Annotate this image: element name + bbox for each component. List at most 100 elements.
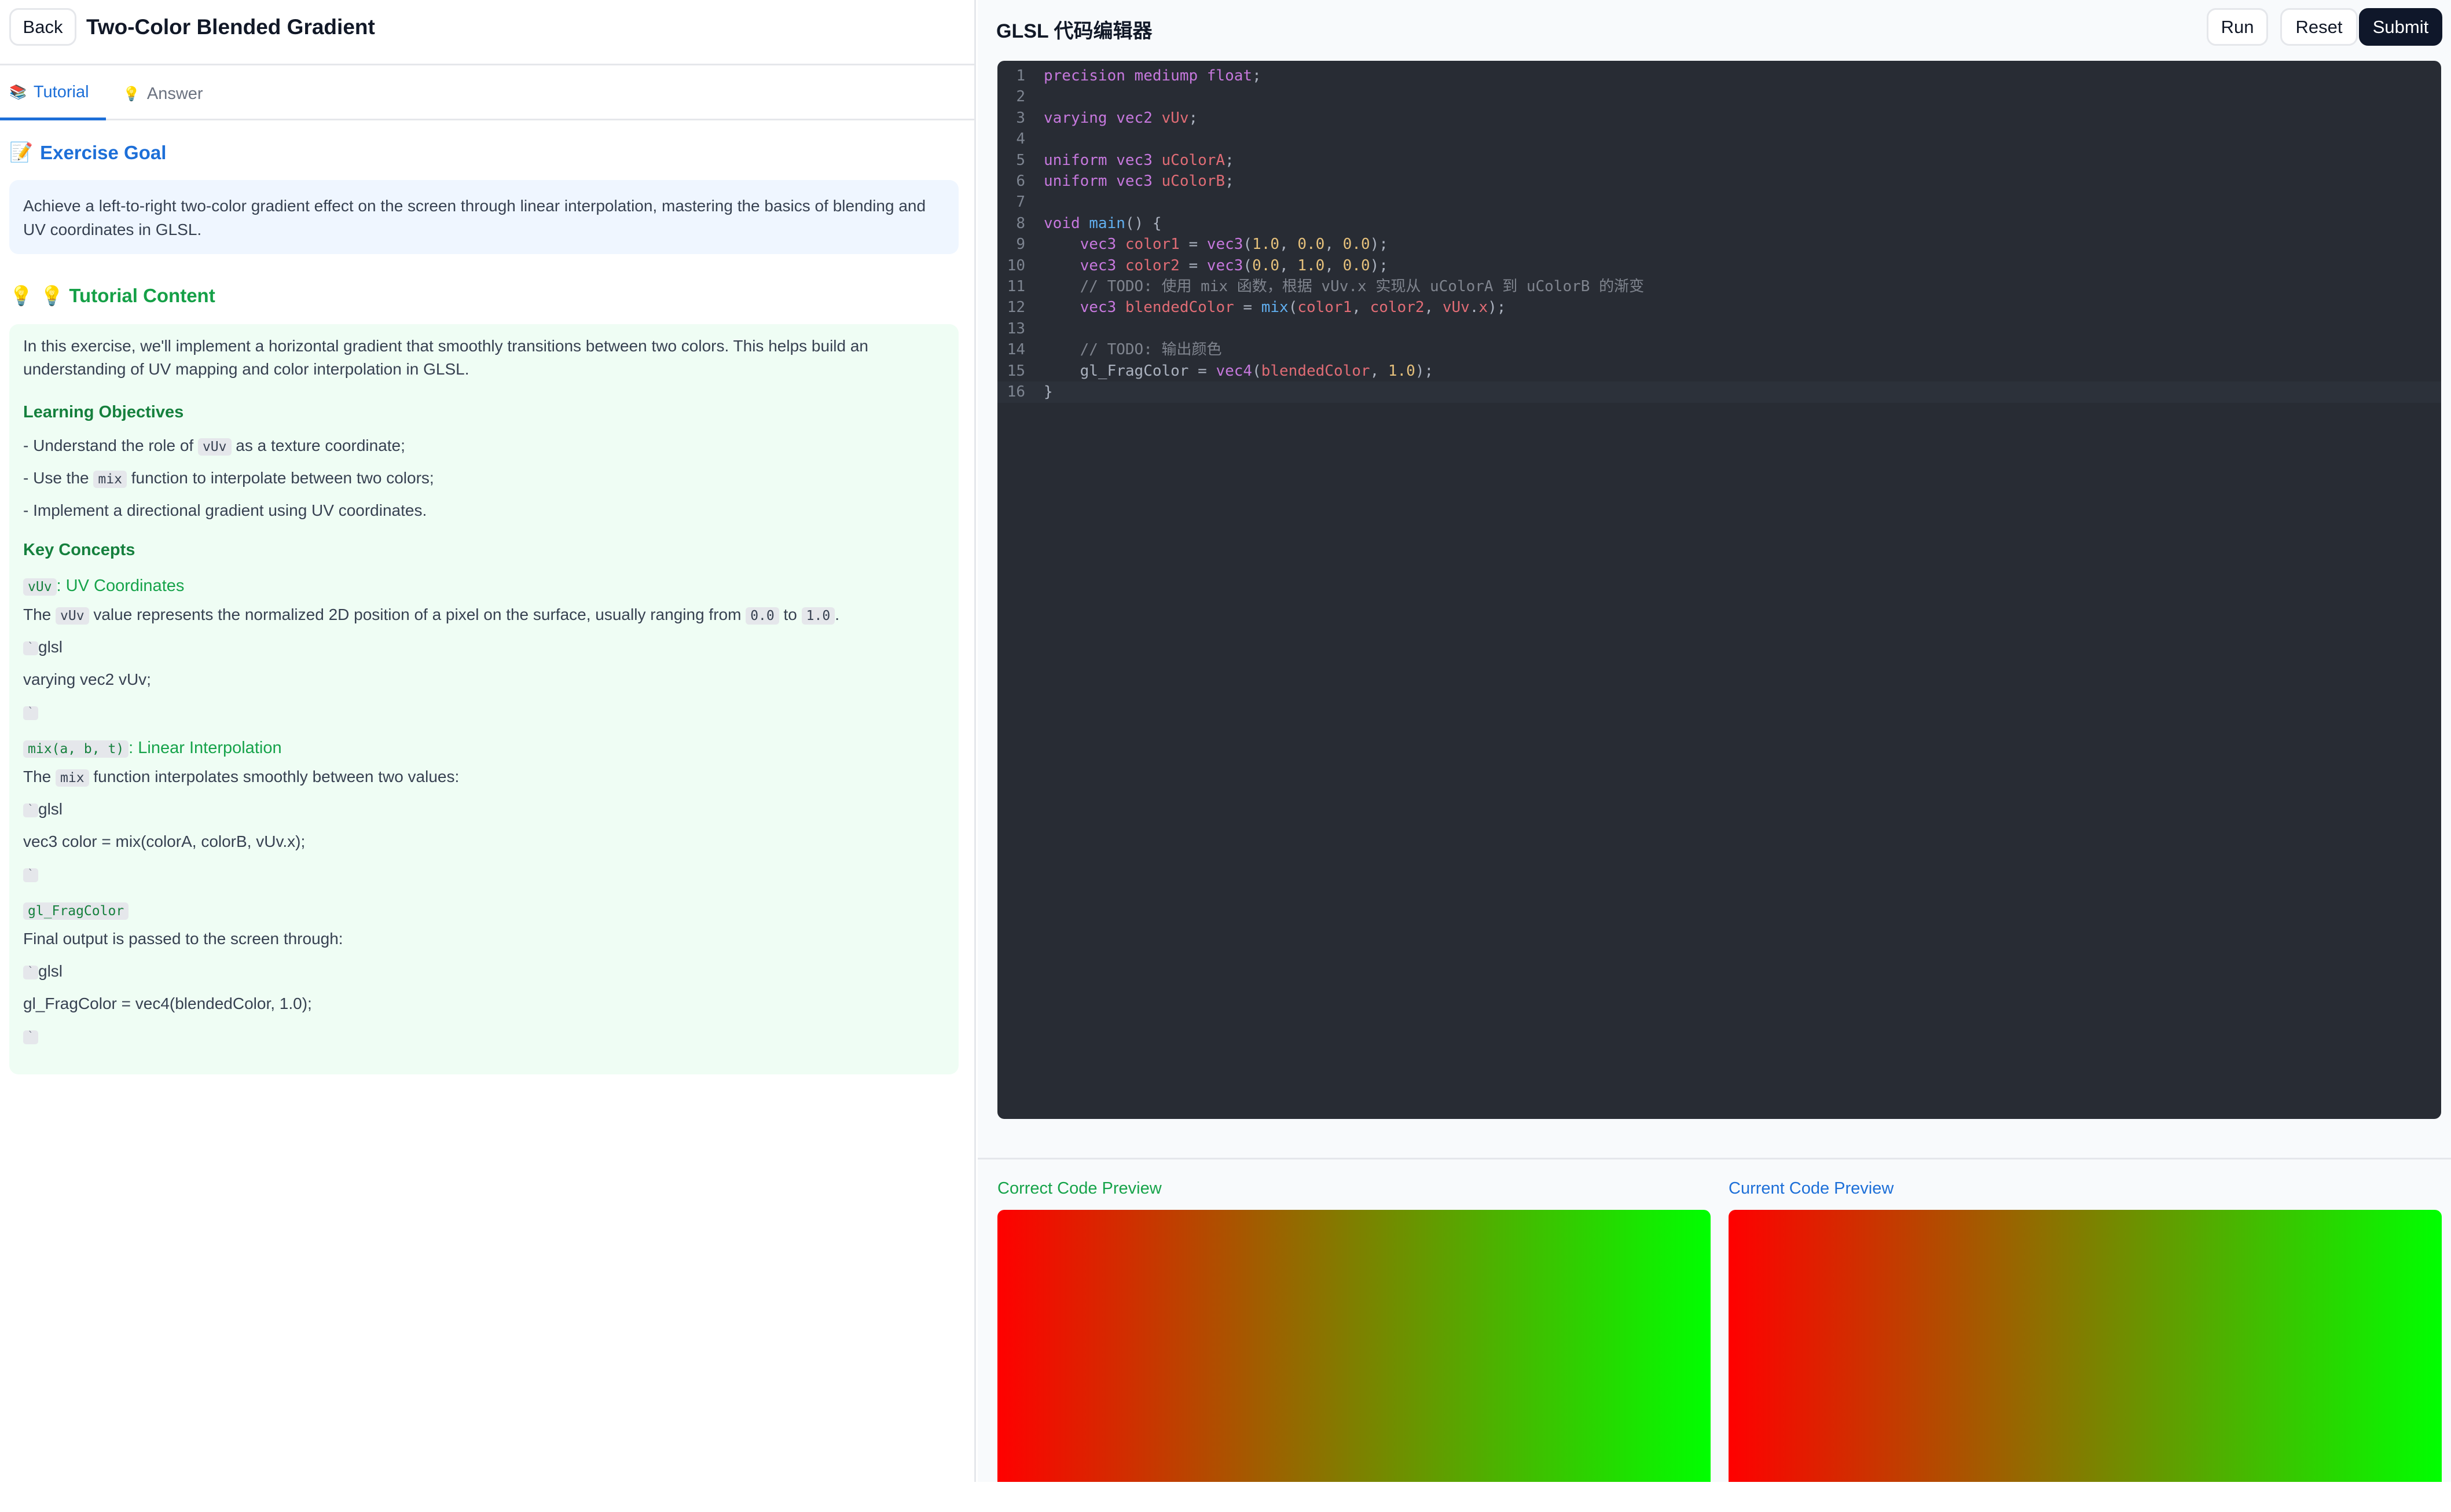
code-text: }: [1044, 383, 1053, 401]
line-number: 14: [1007, 341, 1025, 359]
code-line[interactable]: 5 uniform vec3 uColorA;: [997, 150, 2441, 171]
tutorial-content-box: In this exercise, we'll implement a hori…: [9, 324, 959, 1074]
line-number: 8: [1016, 214, 1025, 232]
concept-heading: vUv: UV Coordinates: [23, 577, 184, 596]
key-concepts-heading: Key Concepts: [23, 541, 135, 559]
tutorial-content-title: 💡 Tutorial Content: [40, 285, 215, 306]
tab-bar: 📚 Tutorial 💡 Answer: [0, 67, 976, 120]
tutorial-header: Back Two-Color Blended Gradient: [0, 0, 976, 65]
concept-text: The mix function interpolates smoothly b…: [23, 768, 460, 787]
page-title: Two-Color Blended Gradient: [86, 15, 375, 39]
tutorial-content-heading: 💡 💡 Tutorial Content: [9, 285, 215, 307]
code-fence-close: `: [23, 1025, 38, 1048]
submit-button[interactable]: Submit: [2359, 8, 2442, 46]
code-text: vec3 color1 = vec3(1.0, 0.0, 0.0);: [1080, 236, 1388, 254]
line-number: 5: [1016, 151, 1025, 169]
current-preview-canvas: [1729, 1210, 2442, 1482]
tab-answer-label: Answer: [146, 84, 203, 103]
concept-text: The vUv value represents the normalized …: [23, 605, 839, 625]
inline-code: mix(a, b, t): [23, 740, 129, 758]
code-line[interactable]: 8 void main() {: [997, 213, 2441, 234]
code-fence-close: `: [23, 863, 38, 886]
inline-code: vUv: [197, 438, 232, 456]
code-text: varying vec2 vUv;: [1044, 109, 1198, 127]
code-text: gl_FragColor = vec4(blendedColor, 1.0);: [1080, 362, 1434, 380]
code-fence-open: ` glsl: [23, 798, 63, 821]
exercise-goal-text: Achieve a left-to-right two-color gradie…: [23, 197, 926, 238]
code-text: // TODO: 使用 mix 函数，根据 vUv.x 实现从 uColorA …: [1080, 278, 1645, 295]
exercise-goal-title: Exercise Goal: [40, 141, 167, 163]
code-line[interactable]: 7: [997, 192, 2441, 213]
tutorial-intro: In this exercise, we'll implement a hori…: [23, 337, 869, 378]
back-button[interactable]: Back: [9, 8, 76, 46]
line-number: 4: [1016, 130, 1025, 148]
line-number: 12: [1007, 299, 1025, 317]
code-text: uniform vec3 uColorB;: [1044, 173, 1234, 190]
code-fence-open: ` glsl: [23, 636, 63, 659]
current-preview-label: Current Code Preview: [1729, 1179, 1894, 1198]
concept-text: Final output is passed to the screen thr…: [23, 930, 343, 948]
code-line[interactable]: 11 // TODO: 使用 mix 函数，根据 vUv.x 实现从 uColo…: [997, 276, 2441, 298]
code-snippet: vec3 color = mix(colorA, colorB, vUv.x);: [23, 832, 306, 850]
code-snippet: gl_FragColor = vec4(blendedColor, 1.0);: [23, 994, 312, 1012]
code-text: vec3 blendedColor = mix(color1, color2, …: [1080, 299, 1506, 317]
editor-title: GLSL 代码编辑器: [996, 20, 1153, 42]
inline-code: mix: [56, 769, 89, 787]
line-number: 3: [1016, 109, 1025, 127]
line-number: 15: [1007, 362, 1025, 380]
reset-button[interactable]: Reset: [2280, 8, 2358, 46]
books-icon: 📚: [9, 85, 27, 100]
code-line[interactable]: 3 varying vec2 vUv;: [997, 108, 2441, 129]
inline-code: vUv: [56, 607, 89, 625]
lightbulb-icon: 💡: [9, 285, 34, 306]
code-line[interactable]: 2: [997, 86, 2441, 108]
lightbulb-icon: 💡: [123, 86, 140, 102]
line-number: 1: [1016, 67, 1025, 85]
inline-code: gl_FragColor: [23, 902, 129, 920]
line-number: 13: [1007, 320, 1025, 337]
code-editor[interactable]: 1 precision mediump float; 2 3 varying vec2 …: [997, 61, 2441, 1119]
exercise-goal-heading: 📝 Exercise Goal: [9, 141, 166, 164]
line-number: 11: [1007, 278, 1025, 295]
code-line[interactable]: 12 vec3 blendedColor = mix(color1, color…: [997, 297, 2441, 318]
code-text: precision mediump float;: [1044, 67, 1261, 85]
exercise-goal-box: Achieve a left-to-right two-color gradie…: [9, 180, 959, 254]
code-text: // TODO: 输出颜色: [1080, 341, 1222, 359]
concept-heading: gl_FragColor: [23, 901, 129, 920]
code-line[interactable]: 10 vec3 color2 = vec3(0.0, 1.0, 0.0);: [997, 255, 2441, 277]
run-button[interactable]: Run: [2207, 8, 2268, 46]
divider: [978, 1158, 2451, 1159]
inline-code: mix: [93, 471, 127, 488]
line-number: 16: [1007, 383, 1025, 401]
tutorial-panel: Back Two-Color Blended Gradient 📚 Tutori…: [0, 0, 976, 1482]
code-line[interactable]: 16}: [997, 381, 2441, 403]
code-text: vec3 color2 = vec3(0.0, 1.0, 0.0);: [1080, 256, 1388, 274]
code-snippet: varying vec2 vUv;: [23, 670, 151, 688]
code-line[interactable]: 9 vec3 color1 = vec3(1.0, 0.0, 0.0);: [997, 234, 2441, 255]
correct-preview-label: Correct Code Preview: [997, 1179, 1162, 1198]
code-line[interactable]: 14 // TODO: 输出颜色: [997, 339, 2441, 361]
editor-panel: GLSL 代码编辑器 Run Reset Submit 1 precision m…: [978, 0, 2451, 1482]
code-line[interactable]: 15 gl_FragColor = vec4(blendedColor, 1.0…: [997, 361, 2441, 382]
objective-item: - Understand the role of vUv as a textur…: [23, 436, 405, 456]
tab-tutorial[interactable]: 📚 Tutorial: [0, 67, 106, 120]
line-number: 9: [1016, 236, 1025, 254]
inline-code: vUv: [23, 578, 57, 596]
code-fence-close: `: [23, 700, 38, 724]
objective-item: - Implement a directional gradient using…: [23, 501, 427, 519]
line-number: 6: [1016, 173, 1025, 190]
inline-code: 0.0: [746, 607, 779, 625]
memo-icon: 📝: [9, 141, 34, 163]
code-line[interactable]: 1 precision mediump float;: [997, 65, 2441, 87]
objective-item: - Use the mix function to interpolate be…: [23, 469, 434, 488]
line-number: 7: [1016, 193, 1025, 211]
code-line[interactable]: 13: [997, 318, 2441, 340]
inline-code: 1.0: [801, 607, 835, 625]
tab-tutorial-label: Tutorial: [33, 83, 89, 101]
code-line[interactable]: 4: [997, 129, 2441, 150]
tab-answer[interactable]: 💡 Answer: [123, 67, 215, 120]
line-number: 10: [1007, 256, 1025, 274]
code-fence-open: ` glsl: [23, 960, 63, 983]
learning-objectives-heading: Learning Objectives: [23, 403, 184, 421]
code-line[interactable]: 6 uniform vec3 uColorB;: [997, 171, 2441, 192]
